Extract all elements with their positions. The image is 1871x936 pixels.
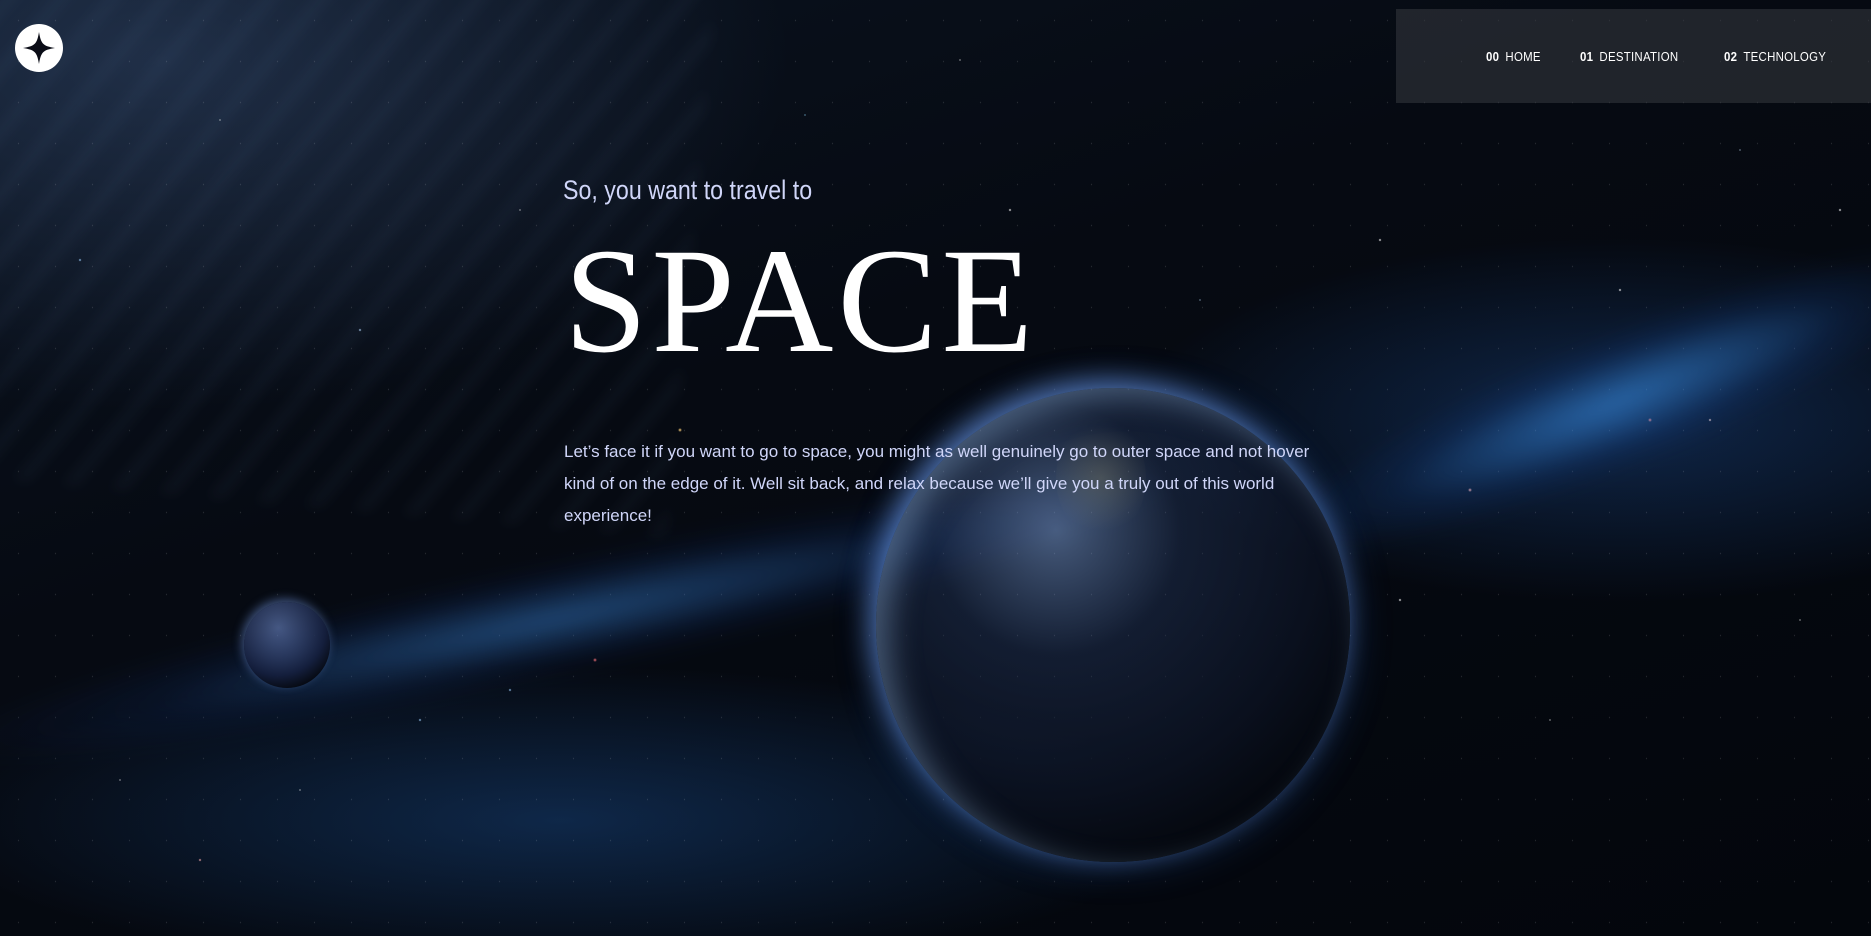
nav-item-number: 00 [1486, 48, 1500, 64]
nav-item-number: 01 [1580, 48, 1594, 64]
space-landing-page: 00 HOME 01 DESTINATION 02 TECHNOLOGY So,… [0, 0, 1871, 936]
nav-item-label: HOME [1505, 48, 1541, 64]
nav-item-label: TECHNOLOGY [1743, 48, 1827, 64]
logo-link[interactable] [15, 24, 63, 72]
nav-item-destination[interactable]: 01 DESTINATION [1580, 49, 1678, 64]
hero-description: Let’s face it if you want to go to space… [564, 442, 1310, 525]
nav-item-home[interactable]: 00 HOME [1486, 49, 1541, 64]
hero-title: SPACE [564, 218, 1038, 384]
hero-subtitle: So, you want to travel to [563, 175, 813, 205]
nav-item-technology[interactable]: 02 TECHNOLOGY [1724, 49, 1826, 64]
nav-item-label: DESTINATION [1599, 48, 1679, 64]
star-logo-icon [23, 32, 55, 64]
small-planet-image [244, 602, 330, 688]
main-navigation: 00 HOME 01 DESTINATION 02 TECHNOLOGY [1396, 9, 1871, 103]
nav-item-number: 02 [1724, 48, 1738, 64]
